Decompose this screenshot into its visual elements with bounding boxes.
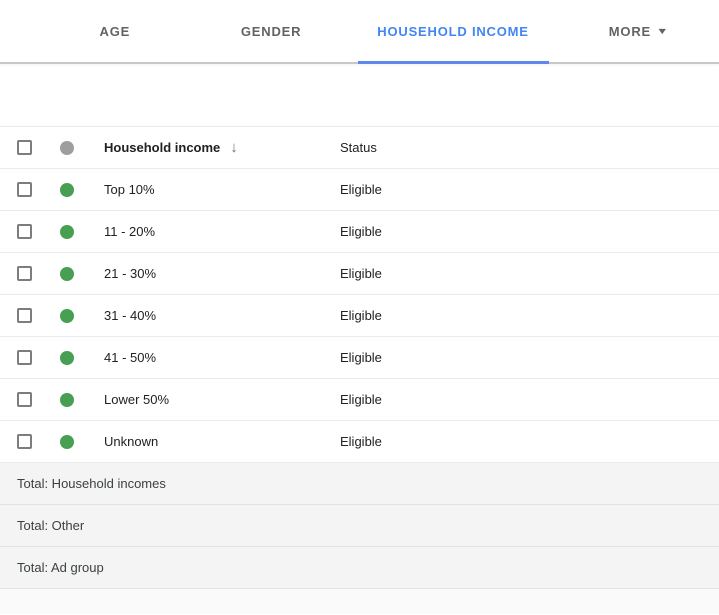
row-checkbox[interactable] bbox=[17, 392, 32, 407]
row-checkbox[interactable] bbox=[17, 224, 32, 239]
status-dot-cell bbox=[48, 267, 104, 281]
table-row-top-10: Top 10% Eligible bbox=[0, 169, 719, 211]
total-row-household-incomes: Total: Household incomes bbox=[0, 463, 719, 505]
tab-household-income-label: HOUSEHOLD INCOME bbox=[377, 24, 528, 39]
status-dot-cell bbox=[48, 351, 104, 365]
tab-household-income[interactable]: HOUSEHOLD INCOME bbox=[349, 0, 558, 62]
enabled-status-icon[interactable] bbox=[60, 393, 74, 407]
column-header-household-income-label: Household income bbox=[104, 140, 220, 155]
tab-age[interactable]: AGE bbox=[36, 0, 194, 62]
status-badge: Eligible bbox=[340, 224, 719, 239]
chevron-down-icon: ▼ bbox=[656, 26, 670, 36]
checkbox-cell bbox=[0, 224, 48, 239]
table-row-11-20: 11 - 20% Eligible bbox=[0, 211, 719, 253]
total-label: Total: Ad group bbox=[17, 560, 104, 575]
row-label: Unknown bbox=[104, 434, 340, 449]
status-badge: Eligible bbox=[340, 434, 719, 449]
total-label: Total: Other bbox=[17, 518, 84, 533]
checkbox-cell bbox=[0, 182, 48, 197]
row-checkbox[interactable] bbox=[17, 350, 32, 365]
row-label: 21 - 30% bbox=[104, 266, 340, 281]
row-label: 11 - 20% bbox=[104, 224, 340, 239]
tab-age-label: AGE bbox=[100, 24, 131, 39]
column-header-status[interactable]: Status bbox=[340, 140, 719, 155]
status-dot-cell bbox=[48, 225, 104, 239]
demographics-tab-bar: AGE GENDER HOUSEHOLD INCOME MORE ▼ bbox=[0, 0, 719, 64]
status-badge: Eligible bbox=[340, 350, 719, 365]
status-dot-cell bbox=[48, 183, 104, 197]
table-row-lower-50: Lower 50% Eligible bbox=[0, 379, 719, 421]
status-badge: Eligible bbox=[340, 182, 719, 197]
status-dot-header-icon bbox=[60, 141, 74, 155]
status-badge: Eligible bbox=[340, 392, 719, 407]
enabled-status-icon[interactable] bbox=[60, 435, 74, 449]
enabled-status-icon[interactable] bbox=[60, 267, 74, 281]
checkbox-cell bbox=[0, 266, 48, 281]
tab-gender[interactable]: GENDER bbox=[194, 0, 349, 62]
checkbox-cell bbox=[0, 350, 48, 365]
row-label: Top 10% bbox=[104, 182, 340, 197]
row-checkbox[interactable] bbox=[17, 266, 32, 281]
table-header-row: Household income ↓ Status bbox=[0, 127, 719, 169]
checkbox-cell bbox=[0, 434, 48, 449]
sort-descending-icon: ↓ bbox=[230, 139, 238, 156]
enabled-status-icon[interactable] bbox=[60, 309, 74, 323]
total-label: Total: Household incomes bbox=[17, 476, 166, 491]
checkbox-cell bbox=[0, 308, 48, 323]
tab-more-label: MORE bbox=[609, 24, 651, 39]
tab-gender-label: GENDER bbox=[241, 24, 301, 39]
header-checkbox-cell bbox=[0, 140, 48, 155]
enabled-status-icon[interactable] bbox=[60, 183, 74, 197]
checkbox-cell bbox=[0, 392, 48, 407]
enabled-status-icon[interactable] bbox=[60, 351, 74, 365]
header-status-dot-cell bbox=[48, 141, 104, 155]
row-label: Lower 50% bbox=[104, 392, 340, 407]
status-badge: Eligible bbox=[340, 266, 719, 281]
column-header-status-label: Status bbox=[340, 140, 377, 155]
row-checkbox[interactable] bbox=[17, 182, 32, 197]
table-row-31-40: 31 - 40% Eligible bbox=[0, 295, 719, 337]
active-tab-indicator bbox=[358, 61, 549, 64]
status-dot-cell bbox=[48, 435, 104, 449]
bottom-spacer bbox=[0, 589, 719, 614]
row-checkbox[interactable] bbox=[17, 434, 32, 449]
status-dot-cell bbox=[48, 309, 104, 323]
household-income-table: Household income ↓ Status Top 10% Eligib… bbox=[0, 126, 719, 589]
table-row-21-30: 21 - 30% Eligible bbox=[0, 253, 719, 295]
table-row-41-50: 41 - 50% Eligible bbox=[0, 337, 719, 379]
enabled-status-icon[interactable] bbox=[60, 225, 74, 239]
row-checkbox[interactable] bbox=[17, 308, 32, 323]
row-label: 41 - 50% bbox=[104, 350, 340, 365]
toolbar-spacer bbox=[0, 64, 719, 126]
status-badge: Eligible bbox=[340, 308, 719, 323]
tab-more[interactable]: MORE ▼ bbox=[558, 0, 719, 62]
table-row-unknown: Unknown Eligible bbox=[0, 421, 719, 463]
total-row-ad-group: Total: Ad group bbox=[0, 547, 719, 589]
status-dot-cell bbox=[48, 393, 104, 407]
select-all-checkbox[interactable] bbox=[17, 140, 32, 155]
row-label: 31 - 40% bbox=[104, 308, 340, 323]
total-row-other: Total: Other bbox=[0, 505, 719, 547]
column-header-household-income[interactable]: Household income ↓ bbox=[104, 139, 340, 156]
